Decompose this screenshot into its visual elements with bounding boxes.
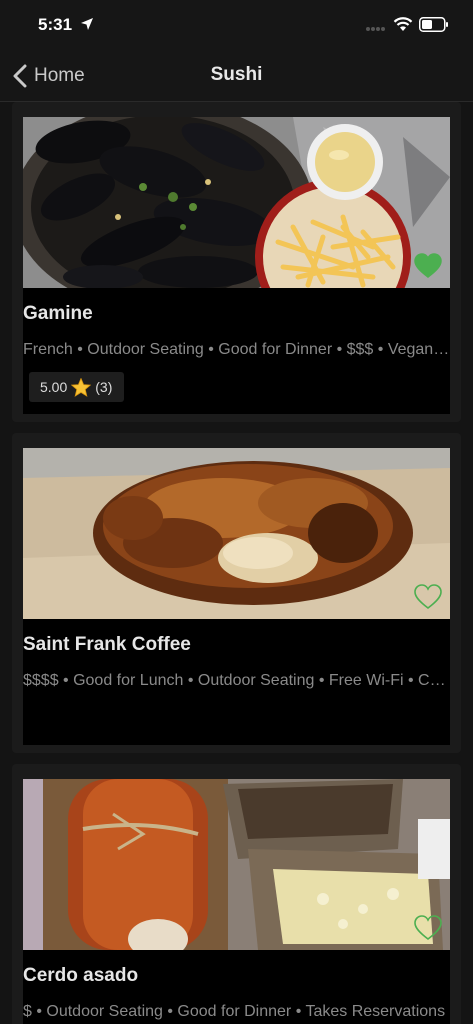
favorite-heart-icon[interactable] — [414, 253, 442, 279]
restaurant-tags: French • Outdoor Seating • Good for Dinn… — [23, 341, 450, 358]
cellular-signal-icon — [366, 27, 385, 31]
rating-badge: 5.00 (3) — [29, 372, 125, 402]
restaurant-name: Gamine — [23, 303, 93, 324]
status-time: 5:31 — [38, 15, 73, 34]
restaurant-card[interactable]: Saint Frank Coffee $$$$ • Good for Lunch… — [12, 433, 461, 753]
star-icon — [71, 377, 92, 397]
mussels-and-fries-photo — [23, 117, 450, 288]
pastry-photo — [23, 448, 450, 619]
navigation-bar: Home Sushi — [0, 48, 473, 102]
status-bar: 5:31 — [0, 0, 473, 48]
favorite-heart-icon[interactable] — [414, 915, 442, 941]
roast-pork-photo — [23, 779, 450, 950]
restaurant-list[interactable]: Gamine French • Outdoor Seating • Good f… — [0, 102, 473, 1024]
battery-icon — [419, 17, 448, 32]
page-title: Sushi — [210, 64, 263, 85]
wifi-icon — [393, 17, 413, 31]
restaurant-card[interactable]: Cerdo asado $ • Outdoor Seating • Good f… — [12, 764, 461, 1024]
restaurant-tags: $ • Outdoor Seating • Good for Dinner • … — [23, 1003, 446, 1020]
review-count: (3) — [95, 379, 113, 395]
rating-value: 5.00 — [40, 379, 68, 395]
favorite-heart-icon[interactable] — [414, 584, 442, 610]
location-arrow-icon — [81, 18, 93, 30]
restaurant-tags: $$$$ • Good for Lunch • Outdoor Seating … — [23, 672, 450, 689]
restaurant-name: Saint Frank Coffee — [23, 634, 191, 655]
restaurant-card[interactable]: Gamine French • Outdoor Seating • Good f… — [12, 102, 461, 422]
restaurant-name: Cerdo asado — [23, 965, 139, 986]
